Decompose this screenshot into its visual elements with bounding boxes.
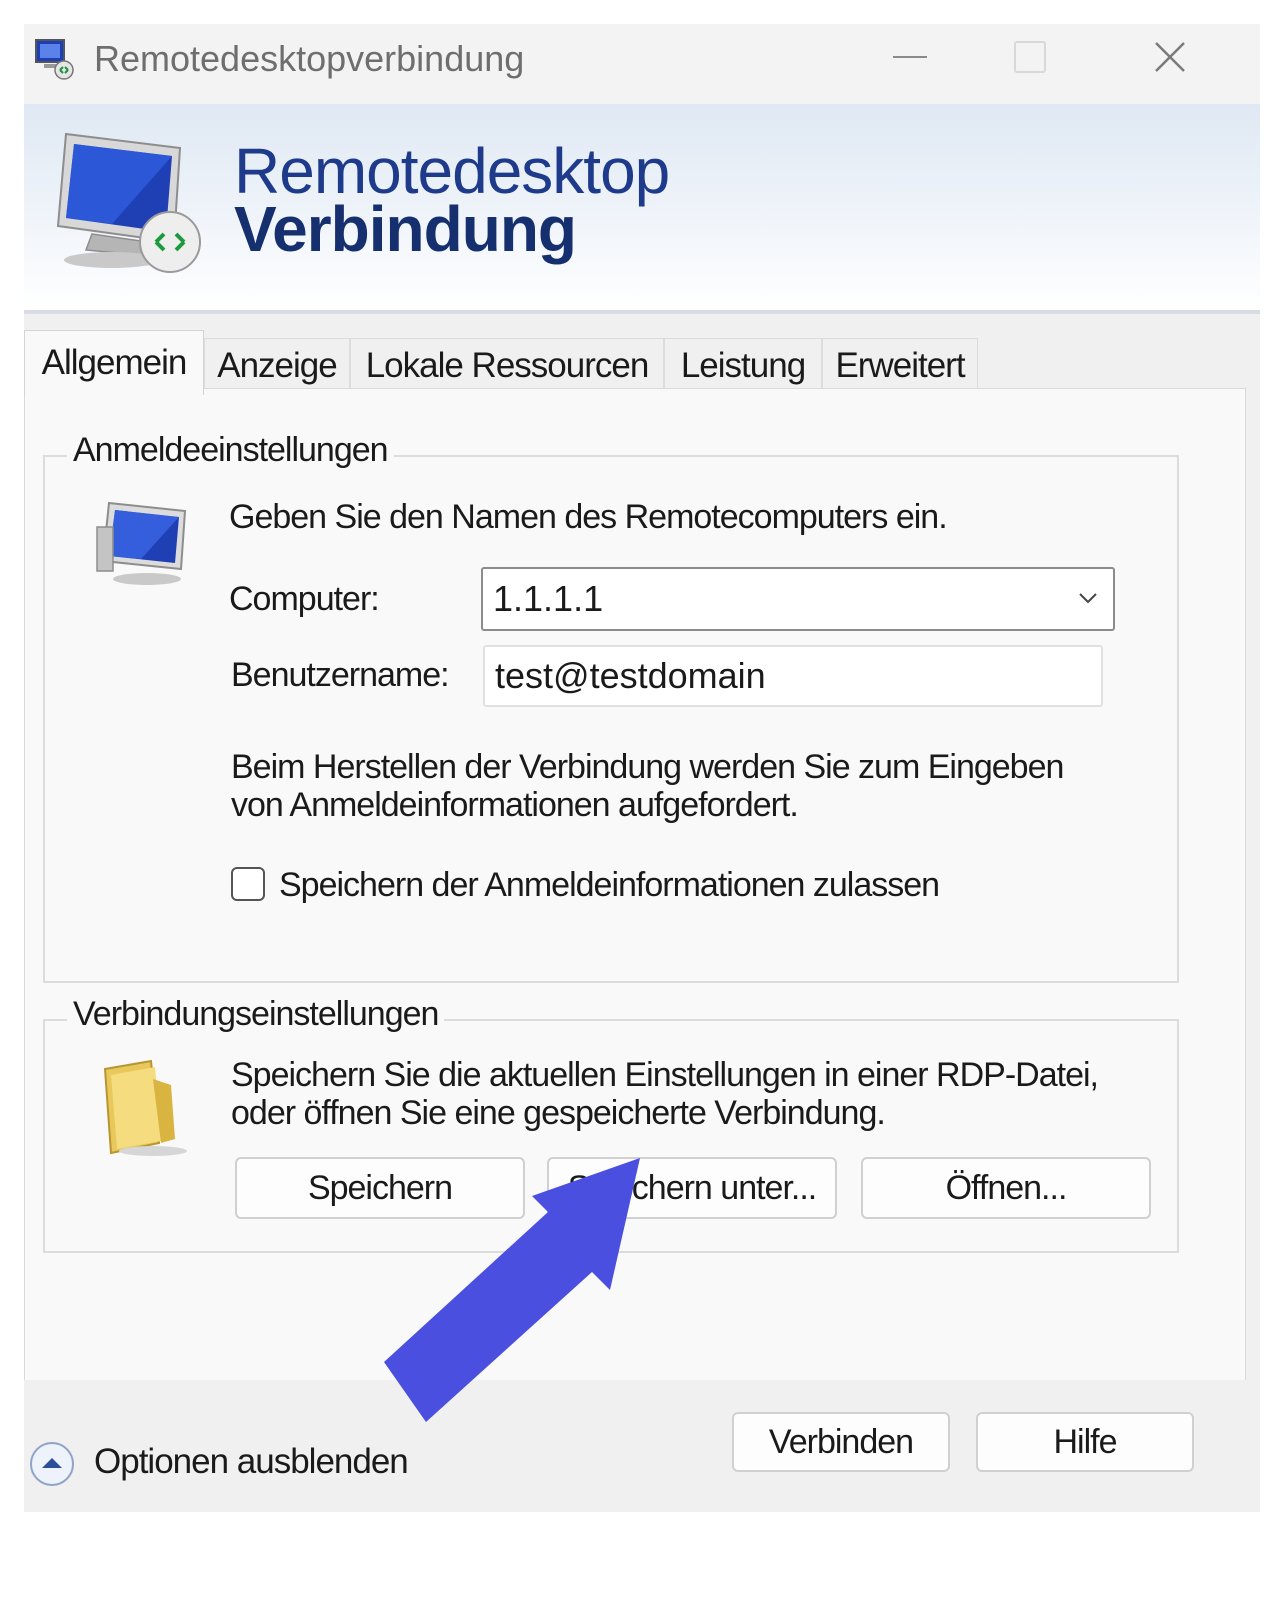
computer-label: Computer: <box>229 580 380 618</box>
connection-settings-legend: Verbindungseinstellungen <box>67 995 445 1034</box>
login-settings-group: Anmeldeeinstellungen Geben Sie den Namen… <box>43 431 1179 983</box>
maximize-button[interactable] <box>990 24 1070 90</box>
window-title: Remotedesktopverbindung <box>94 38 525 79</box>
login-intro-text: Geben Sie den Namen des Remotecomputers … <box>229 498 948 536</box>
hide-options-link[interactable]: Optionen ausblenden <box>94 1442 409 1482</box>
rdp-window: Remotedesktopverbindung Remotedesktop Ve… <box>24 24 1260 1512</box>
tab-allgemein[interactable]: Allgemein <box>24 330 204 395</box>
remote-monitor-icon <box>56 132 201 273</box>
chevron-down-icon[interactable] <box>1077 587 1099 609</box>
username-field[interactable]: test@testdomain <box>483 645 1103 707</box>
save-credentials-checkbox[interactable] <box>231 867 265 901</box>
remote-desktop-app-icon <box>35 39 74 80</box>
tab-erweitert[interactable]: Erweitert <box>822 338 978 393</box>
connect-button[interactable]: Verbinden <box>732 1412 950 1472</box>
login-info-line2: von Anmeldeinformationen aufgefordert. <box>231 786 799 824</box>
help-button[interactable]: Hilfe <box>976 1412 1194 1472</box>
minimize-button[interactable] <box>870 24 950 90</box>
tab-lokale-ressourcen[interactable]: Lokale Ressourcen <box>350 338 664 393</box>
header-banner: Remotedesktop Verbindung <box>24 104 1260 314</box>
computer-value: 1.1.1.1 <box>493 578 604 619</box>
tab-leistung[interactable]: Leistung <box>664 338 822 393</box>
login-info-line1: Beim Herstellen der Verbindung werden Si… <box>231 748 1064 786</box>
minimize-icon <box>893 56 927 58</box>
save-credentials-label[interactable]: Speichern der Anmeldeinformationen zulas… <box>279 865 940 905</box>
collapse-up-icon[interactable] <box>28 1440 76 1488</box>
username-label: Benutzername: <box>231 656 450 694</box>
save-button[interactable]: Speichern <box>235 1157 525 1219</box>
tab-panel-allgemein: Anmeldeeinstellungen Geben Sie den Namen… <box>24 388 1246 1382</box>
close-icon <box>1155 42 1185 72</box>
tab-anzeige[interactable]: Anzeige <box>204 338 350 393</box>
connection-settings-group: Verbindungseinstellungen Speichern Sie d… <box>43 995 1179 1253</box>
computer-combobox[interactable]: 1.1.1.1 <box>481 567 1115 631</box>
dialog-footer: Optionen ausblenden Verbinden Hilfe <box>24 1380 1260 1512</box>
banner-title-line2: Verbindung <box>234 193 577 265</box>
tab-bar: Allgemein Anzeige Lokale Ressourcen Leis… <box>24 330 1260 395</box>
username-value: test@testdomain <box>495 655 766 696</box>
connection-desc-line2: oder öffnen Sie eine gespeicherte Verbin… <box>231 1094 886 1132</box>
computer-icon <box>96 501 187 585</box>
folder-icon <box>103 1059 187 1156</box>
title-bar[interactable]: Remotedesktopverbindung <box>24 24 1260 104</box>
maximize-icon <box>1014 41 1046 73</box>
save-as-button[interactable]: Speichern unter... <box>547 1157 837 1219</box>
open-button[interactable]: Öffnen... <box>861 1157 1151 1219</box>
login-settings-legend: Anmeldeeinstellungen <box>67 431 394 470</box>
connection-desc-line1: Speichern Sie die aktuellen Einstellunge… <box>231 1056 1099 1094</box>
close-button[interactable] <box>1130 24 1210 90</box>
